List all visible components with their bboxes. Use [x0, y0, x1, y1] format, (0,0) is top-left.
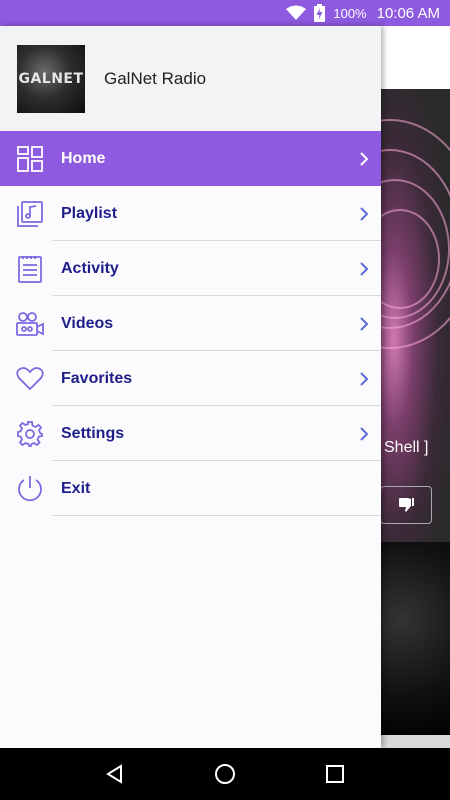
gear-icon	[15, 419, 45, 449]
wifi-icon	[286, 5, 307, 21]
background-footer	[380, 735, 450, 748]
thumbs-down-icon	[399, 498, 414, 512]
home-grid-icon	[15, 144, 45, 174]
battery-percent: 100%	[333, 5, 367, 21]
background-image	[380, 542, 450, 735]
thumbs-down-button[interactable]	[380, 486, 432, 524]
menu-item-settings[interactable]: Settings	[0, 406, 381, 461]
power-icon	[15, 474, 45, 504]
clock: 10:06 AM	[376, 4, 440, 22]
menu-item-home[interactable]: Home	[0, 131, 381, 186]
battery-charging-icon	[314, 4, 326, 22]
video-camera-icon	[15, 309, 45, 339]
chevron-right-icon	[360, 151, 369, 166]
menu-item-exit[interactable]: Exit	[0, 461, 381, 516]
home-button[interactable]	[205, 754, 245, 794]
drawer-header: GALNET GalNet Radio	[0, 26, 381, 131]
menu-item-activity[interactable]: Activity	[0, 241, 381, 296]
back-button[interactable]	[95, 754, 135, 794]
menu-item-playlist[interactable]: Playlist	[0, 186, 381, 241]
menu-item-favorites[interactable]: Favorites	[0, 351, 381, 406]
album-art	[380, 89, 450, 544]
activity-list-icon	[15, 254, 45, 284]
chevron-right-icon	[360, 206, 369, 221]
menu-label-videos: Videos	[61, 314, 114, 332]
playlist-icon	[15, 199, 45, 229]
chevron-right-icon	[360, 261, 369, 276]
menu-label-activity: Activity	[61, 259, 119, 277]
menu-label-favorites: Favorites	[61, 369, 133, 387]
chevron-right-icon	[360, 316, 369, 331]
home-circle-icon	[215, 764, 235, 784]
menu-label-playlist: Playlist	[61, 204, 118, 222]
menu-label-exit: Exit	[61, 479, 91, 497]
now-playing-title: Shell ]	[384, 439, 429, 456]
logo-text: GALNET	[18, 70, 84, 87]
heart-icon	[15, 364, 45, 394]
menu-label-home: Home	[61, 149, 106, 167]
status-bar: 100% 10:06 AM	[0, 0, 450, 26]
recents-icon	[326, 765, 344, 783]
app-title: GalNet Radio	[104, 68, 207, 88]
navigation-drawer: GALNET GalNet Radio Home Playlist Activi…	[0, 26, 381, 748]
back-icon	[106, 764, 122, 784]
chevron-right-icon	[360, 426, 369, 441]
recents-button[interactable]	[315, 754, 355, 794]
system-nav-bar	[0, 748, 450, 800]
menu-item-videos[interactable]: Videos	[0, 296, 381, 351]
menu-label-settings: Settings	[61, 424, 125, 442]
app-logo: GALNET	[17, 44, 85, 113]
chevron-right-icon	[360, 371, 369, 386]
drawer-menu: Home Playlist Activity Videos Favorites …	[0, 131, 381, 516]
